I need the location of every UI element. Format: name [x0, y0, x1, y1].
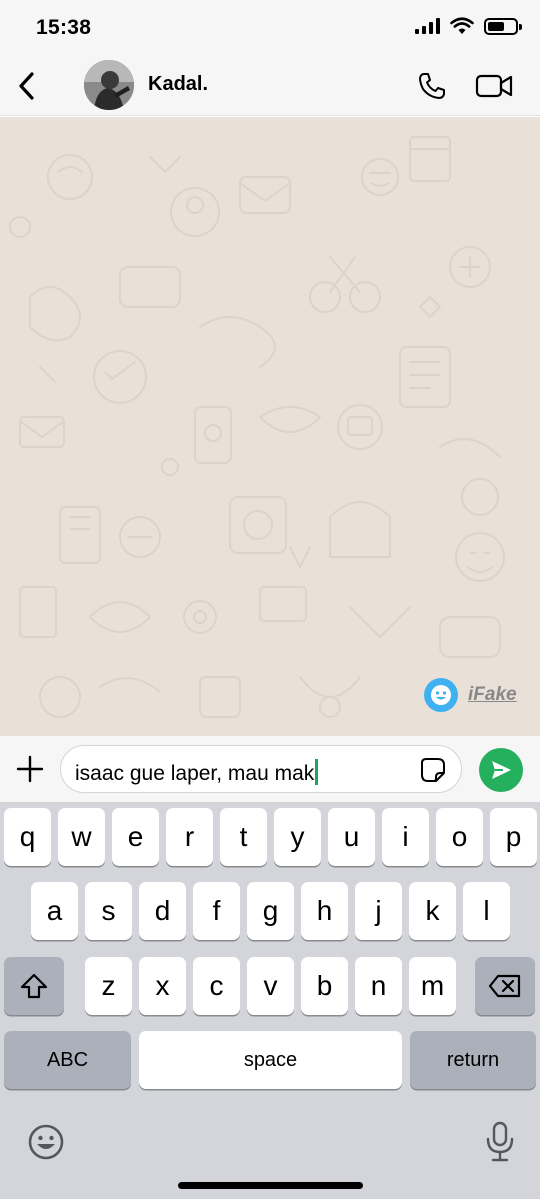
chat-area: iFake	[0, 117, 540, 736]
key-f[interactable]: f	[193, 882, 240, 940]
key-h[interactable]: h	[301, 882, 348, 940]
chat-header: Kadal.	[0, 56, 540, 116]
key-k[interactable]: k	[409, 882, 456, 940]
key-t[interactable]: t	[220, 808, 267, 866]
key-l[interactable]: l	[463, 882, 510, 940]
emoji-button[interactable]	[26, 1122, 66, 1162]
key-v[interactable]: v	[247, 957, 294, 1015]
return-key[interactable]: return	[410, 1031, 536, 1089]
key-m[interactable]: m	[409, 957, 456, 1015]
send-button[interactable]	[479, 748, 523, 792]
key-w[interactable]: w	[58, 808, 105, 866]
key-z[interactable]: z	[85, 957, 132, 1015]
text-caret	[315, 759, 319, 785]
key-q[interactable]: q	[4, 808, 51, 866]
watermark: iFake	[424, 678, 517, 712]
space-key[interactable]: space	[139, 1031, 402, 1089]
key-d[interactable]: d	[139, 882, 186, 940]
emoji-icon	[28, 1124, 64, 1160]
key-p[interactable]: p	[490, 808, 537, 866]
key-x[interactable]: x	[139, 957, 186, 1015]
watermark-logo-icon	[424, 678, 458, 712]
backspace-key[interactable]	[475, 957, 535, 1015]
voice-call-button[interactable]	[414, 68, 450, 104]
key-j[interactable]: j	[355, 882, 402, 940]
sticker-button[interactable]	[419, 756, 447, 784]
status-time: 15:38	[36, 16, 92, 39]
keyboard: qwertyuiop asdfghjkl zxcvbnm ABC space r…	[0, 802, 540, 1199]
key-u[interactable]: u	[328, 808, 375, 866]
plus-icon	[16, 755, 44, 783]
key-a[interactable]: a	[31, 882, 78, 940]
key-g[interactable]: g	[247, 882, 294, 940]
phone-icon	[419, 73, 445, 99]
sticker-icon	[421, 758, 445, 782]
key-n[interactable]: n	[355, 957, 402, 1015]
key-r[interactable]: r	[166, 808, 213, 866]
dictation-button[interactable]	[480, 1120, 520, 1164]
contact-avatar[interactable]	[84, 60, 134, 110]
key-s[interactable]: s	[85, 882, 132, 940]
abc-key[interactable]: ABC	[4, 1031, 131, 1089]
shift-key[interactable]	[4, 957, 64, 1015]
shift-icon	[20, 973, 48, 999]
watermark-text: iFake	[468, 684, 517, 705]
chevron-left-icon	[19, 72, 34, 100]
chat-wallpaper	[9, 136, 505, 718]
key-c[interactable]: c	[193, 957, 240, 1015]
video-call-button[interactable]	[472, 68, 516, 104]
key-i[interactable]: i	[382, 808, 429, 866]
cellular-signal-icon	[415, 18, 440, 34]
send-icon	[492, 761, 511, 779]
message-composer: isaac gue laper, mau mak	[0, 736, 540, 802]
attach-button[interactable]	[12, 751, 48, 787]
status-icons	[415, 17, 522, 35]
status-bar: 15:38	[0, 0, 540, 56]
key-e[interactable]: e	[112, 808, 159, 866]
microphone-icon	[486, 1121, 514, 1162]
key-o[interactable]: o	[436, 808, 483, 866]
home-indicator	[178, 1182, 363, 1189]
message-input[interactable]: isaac gue laper, mau mak	[60, 745, 462, 793]
back-button[interactable]	[8, 64, 44, 108]
contact-name[interactable]: Kadal.	[148, 73, 208, 96]
wifi-icon	[450, 17, 474, 34]
battery-icon	[484, 17, 522, 35]
message-input-value: isaac gue laper, mau mak	[75, 762, 315, 785]
key-b[interactable]: b	[301, 957, 348, 1015]
backspace-icon	[488, 974, 521, 998]
key-y[interactable]: y	[274, 808, 321, 866]
video-camera-icon	[475, 74, 513, 98]
